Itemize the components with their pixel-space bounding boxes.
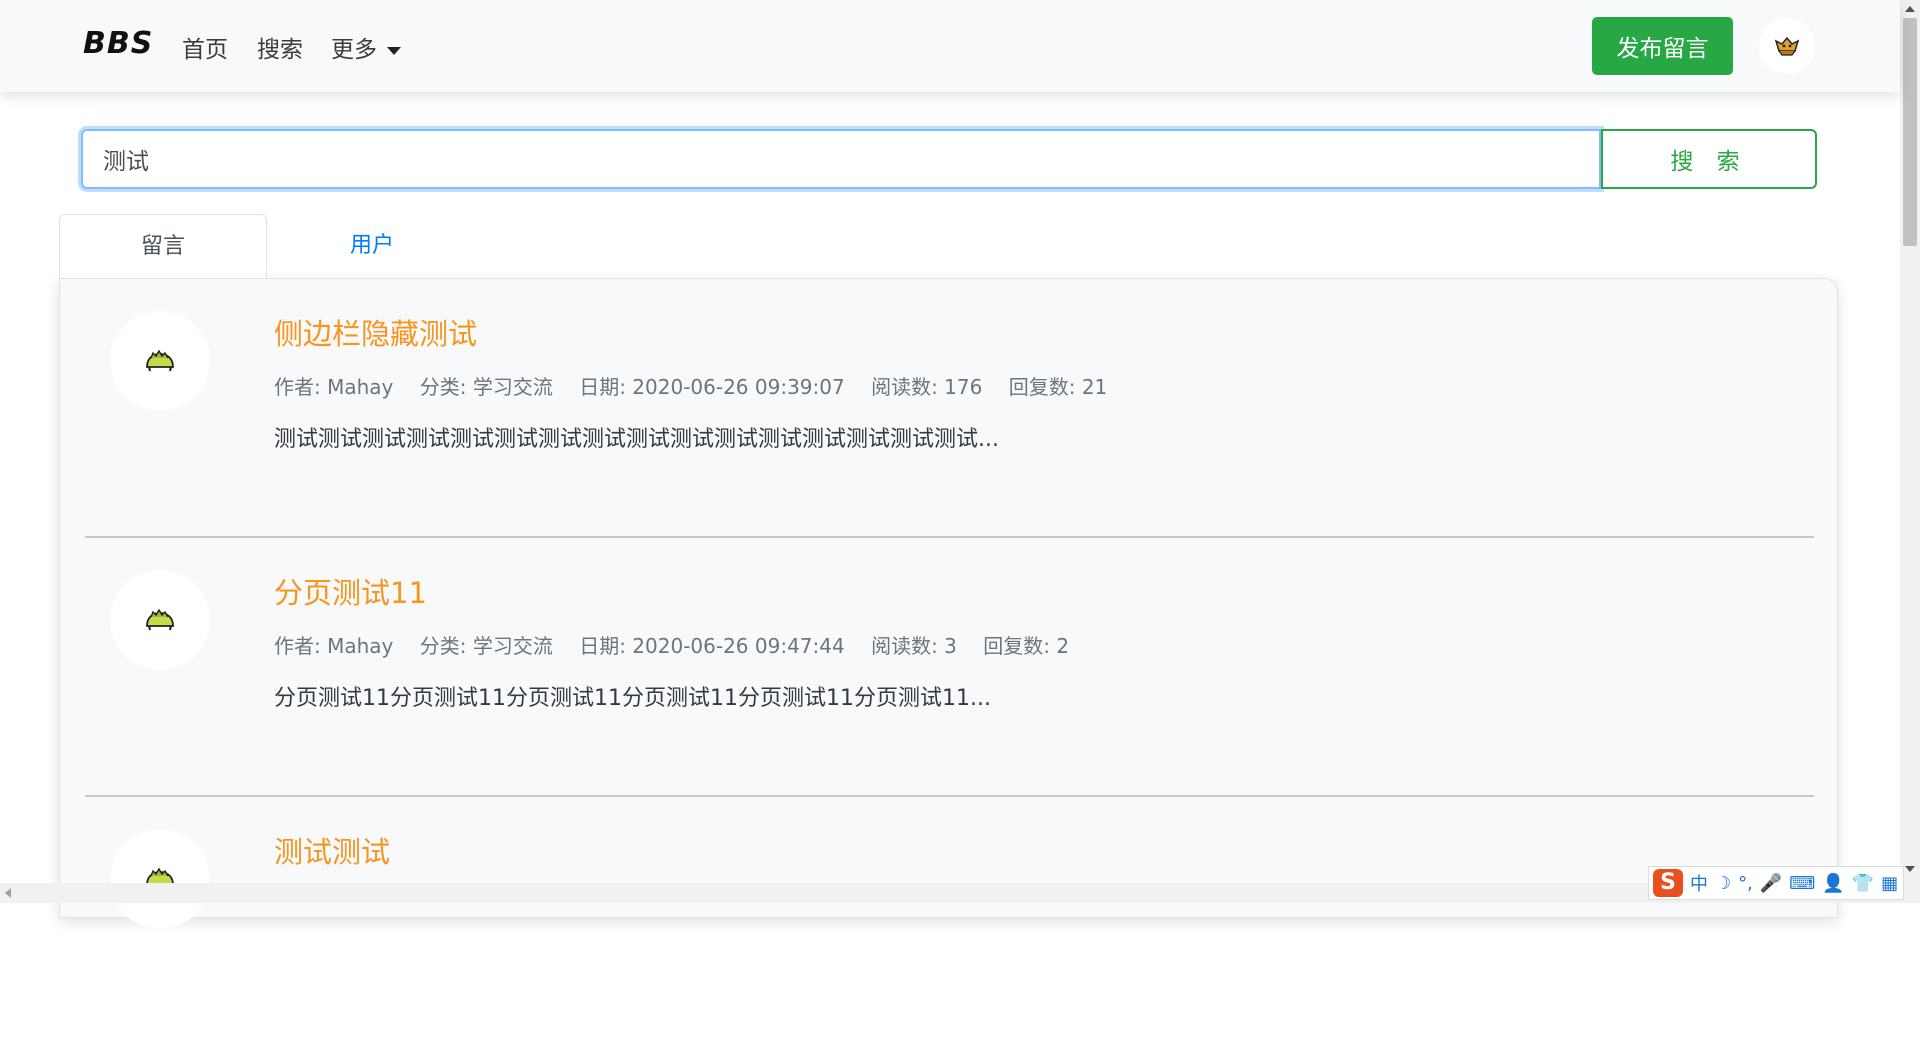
post-author: 作者: Mahay bbox=[274, 375, 394, 399]
post-author-avatar[interactable] bbox=[110, 829, 210, 929]
post-date: 日期: 2020-06-26 09:39:07 bbox=[579, 375, 845, 399]
post-category: 分类: 学习交流 bbox=[419, 634, 553, 658]
post-category: 分类: 学习交流 bbox=[419, 375, 553, 399]
post-excerpt: 分页测试11分页测试11分页测试11分页测试11分页测试11分页测试11... bbox=[274, 686, 991, 711]
keyboard-icon[interactable]: ⌨ bbox=[1789, 873, 1815, 894]
tab-users[interactable]: 用户 bbox=[268, 214, 476, 278]
post-read-count: 阅读数: 176 bbox=[871, 375, 983, 399]
scrollbar-thumb[interactable] bbox=[1903, 18, 1917, 246]
sogou-logo-icon[interactable]: S bbox=[1653, 869, 1683, 897]
top-navbar: BBS 首页 搜索 更多 发布留言 bbox=[0, 0, 1900, 92]
caret-down-icon bbox=[387, 46, 401, 55]
post-meta: 作者: Mahay 分类: 学习交流 日期: 2020-06-26 09:39:… bbox=[274, 371, 1127, 400]
punctuation-icon[interactable]: °, bbox=[1738, 873, 1753, 894]
post-reply-count: 回复数: 21 bbox=[1008, 375, 1108, 399]
brand-logo[interactable]: BBS bbox=[83, 26, 153, 61]
ime-mode-toggle[interactable]: 中 bbox=[1690, 870, 1708, 896]
nav-more-label: 更多 bbox=[331, 37, 377, 63]
horizontal-scrollbar[interactable] bbox=[0, 883, 1920, 903]
microphone-icon[interactable]: 🎤 bbox=[1760, 873, 1782, 894]
scroll-down-arrow-icon[interactable] bbox=[1905, 866, 1915, 872]
skin-shirt-icon[interactable]: 👕 bbox=[1852, 873, 1874, 894]
dino-avatar-icon bbox=[146, 608, 174, 631]
user-avatar[interactable] bbox=[1759, 18, 1815, 74]
vertical-scrollbar[interactable] bbox=[1900, 0, 1920, 883]
post-author-avatar[interactable] bbox=[110, 570, 210, 670]
nav-more-dropdown[interactable]: 更多 bbox=[331, 30, 401, 64]
user-icon[interactable]: 👤 bbox=[1822, 873, 1844, 894]
post-item: 分页测试11 作者: Mahay 分类: 学习交流 日期: 2020-06-26… bbox=[85, 538, 1814, 797]
post-title-link[interactable]: 测试测试 bbox=[274, 829, 390, 871]
scroll-up-arrow-icon[interactable] bbox=[1905, 6, 1915, 12]
dino-avatar-icon bbox=[146, 349, 174, 372]
post-title-link[interactable]: 侧边栏隐藏测试 bbox=[274, 311, 477, 353]
tab-messages[interactable]: 留言 bbox=[59, 214, 267, 278]
post-date: 日期: 2020-06-26 09:47:44 bbox=[579, 634, 845, 658]
nav-home-link[interactable]: 首页 bbox=[182, 30, 228, 64]
post-reply-count: 回复数: 2 bbox=[983, 634, 1070, 658]
scroll-left-arrow-icon[interactable] bbox=[5, 888, 11, 898]
moon-icon[interactable]: ☽ bbox=[1715, 873, 1731, 894]
post-title-link[interactable]: 分页测试11 bbox=[274, 570, 427, 612]
post-excerpt: 测试测试测试测试测试测试测试测试测试测试测试测试测试测试测试测试... bbox=[274, 427, 999, 452]
ime-toolbar: S 中 ☽ °, 🎤 ⌨ 👤 👕 ▦ bbox=[1648, 866, 1904, 900]
post-meta: 作者: Mahay 分类: 学习交流 日期: 2020-06-26 09:47:… bbox=[274, 630, 1089, 659]
post-item: 测试测试 bbox=[85, 797, 1814, 1056]
post-author-avatar[interactable] bbox=[110, 311, 210, 411]
results-card: 侧边栏隐藏测试 作者: Mahay 分类: 学习交流 日期: 2020-06-2… bbox=[59, 278, 1838, 929]
post-read-count: 阅读数: 3 bbox=[871, 634, 957, 658]
post-item: 侧边栏隐藏测试 作者: Mahay 分类: 学习交流 日期: 2020-06-2… bbox=[85, 279, 1814, 538]
search-input[interactable] bbox=[81, 129, 1601, 189]
search-button[interactable]: 搜 索 bbox=[1601, 129, 1817, 189]
fox-avatar-icon bbox=[1774, 36, 1800, 56]
grid-menu-icon[interactable]: ▦ bbox=[1881, 873, 1898, 894]
post-author: 作者: Mahay bbox=[274, 634, 394, 658]
nav-search-link[interactable]: 搜索 bbox=[257, 30, 303, 64]
publish-message-button[interactable]: 发布留言 bbox=[1592, 17, 1733, 75]
